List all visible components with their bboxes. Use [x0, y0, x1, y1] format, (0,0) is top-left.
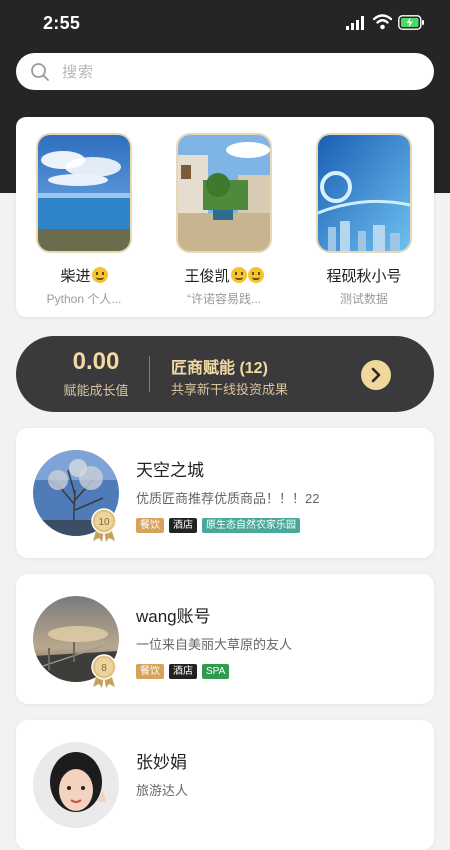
growth-subtitle: 共享新干线投资成果: [171, 382, 289, 397]
tag-badge: SPA: [202, 664, 230, 679]
featured-user-subtitle: “许诺容易践...: [187, 292, 261, 306]
user-name: 张妙娟: [136, 753, 187, 772]
featured-user-name: 柴进: [24, 265, 144, 286]
featured-users-card: 柴进 Python 个人... 王俊凯 “许诺容易践... 程砚秋小号 测试数据: [16, 117, 434, 317]
featured-user-subtitle: 测试数据: [339, 292, 388, 306]
level-medal-icon: 10: [91, 508, 117, 542]
user-name: 天空之城: [136, 461, 204, 480]
level-medal-icon: 8: [91, 654, 117, 688]
featured-user-image: [176, 133, 272, 253]
user-description: 一位来自美丽大草原的友人: [136, 637, 293, 652]
featured-user-image: [36, 133, 132, 253]
tag-badge: 酒店: [169, 664, 197, 679]
growth-banner[interactable]: 0.00 赋能成长值 匠商赋能 (12) 共享新干线投资成果: [16, 336, 434, 412]
search-icon: [31, 63, 49, 81]
grinning-emoji-icon: [91, 267, 108, 283]
tag-badge: 原生态自然农家乐园: [202, 518, 300, 533]
growth-title: 匠商赋能 (12): [171, 360, 268, 377]
tag-badge: 餐饮: [136, 518, 164, 533]
level-number: 10: [98, 517, 110, 528]
featured-user[interactable]: 程砚秋小号 测试数据: [304, 133, 424, 313]
user-card[interactable]: 10 天空之城 优质匠商推荐优质商品！！！22 餐饮 酒店 原生态自然农家乐园: [16, 428, 434, 558]
search-bar[interactable]: 搜索: [16, 53, 434, 90]
user-tags: 餐饮 酒店 原生态自然农家乐园: [136, 518, 300, 533]
featured-user-subtitle: Python 个人...: [46, 292, 122, 306]
featured-user-image: [316, 133, 412, 253]
featured-user-name: 王俊凯: [164, 265, 284, 286]
level-number: 8: [101, 663, 107, 674]
user-tags: 餐饮 酒店 SPA: [136, 664, 230, 679]
user-card[interactable]: 张妙娟 旅游达人: [16, 720, 434, 850]
search-placeholder: 搜索: [62, 64, 95, 81]
user-description: 旅游达人: [136, 783, 189, 798]
user-name: wang账号: [136, 607, 211, 626]
cellular-signal-icon: [346, 16, 364, 30]
banner-divider: [149, 356, 150, 392]
arrow-right-button[interactable]: [361, 360, 391, 390]
chevron-right-icon: [371, 367, 381, 383]
avatar: 10: [33, 450, 119, 542]
battery-charging-icon: [398, 15, 424, 30]
avatar: 8: [33, 596, 119, 688]
featured-user[interactable]: 王俊凯 “许诺容易践...: [164, 133, 284, 313]
featured-user[interactable]: 柴进 Python 个人...: [24, 133, 144, 313]
growth-value: 0.00: [72, 348, 120, 375]
status-time: 2:55: [43, 13, 81, 33]
smiling-emoji-icon: [230, 267, 247, 283]
tongue-emoji-icon: [247, 267, 264, 283]
tag-badge: 餐饮: [136, 664, 164, 679]
user-description: 优质匠商推荐优质商品！！！22: [136, 491, 320, 506]
user-card[interactable]: 8 wang账号 一位来自美丽大草原的友人 餐饮 酒店 SPA: [16, 574, 434, 704]
growth-value-label: 赋能成长值: [63, 383, 129, 398]
featured-user-name: 程砚秋小号: [326, 268, 402, 285]
wifi-icon: [373, 14, 392, 30]
avatar: [33, 742, 119, 828]
tag-badge: 酒店: [169, 518, 197, 533]
status-bar: 2:55: [0, 0, 450, 46]
